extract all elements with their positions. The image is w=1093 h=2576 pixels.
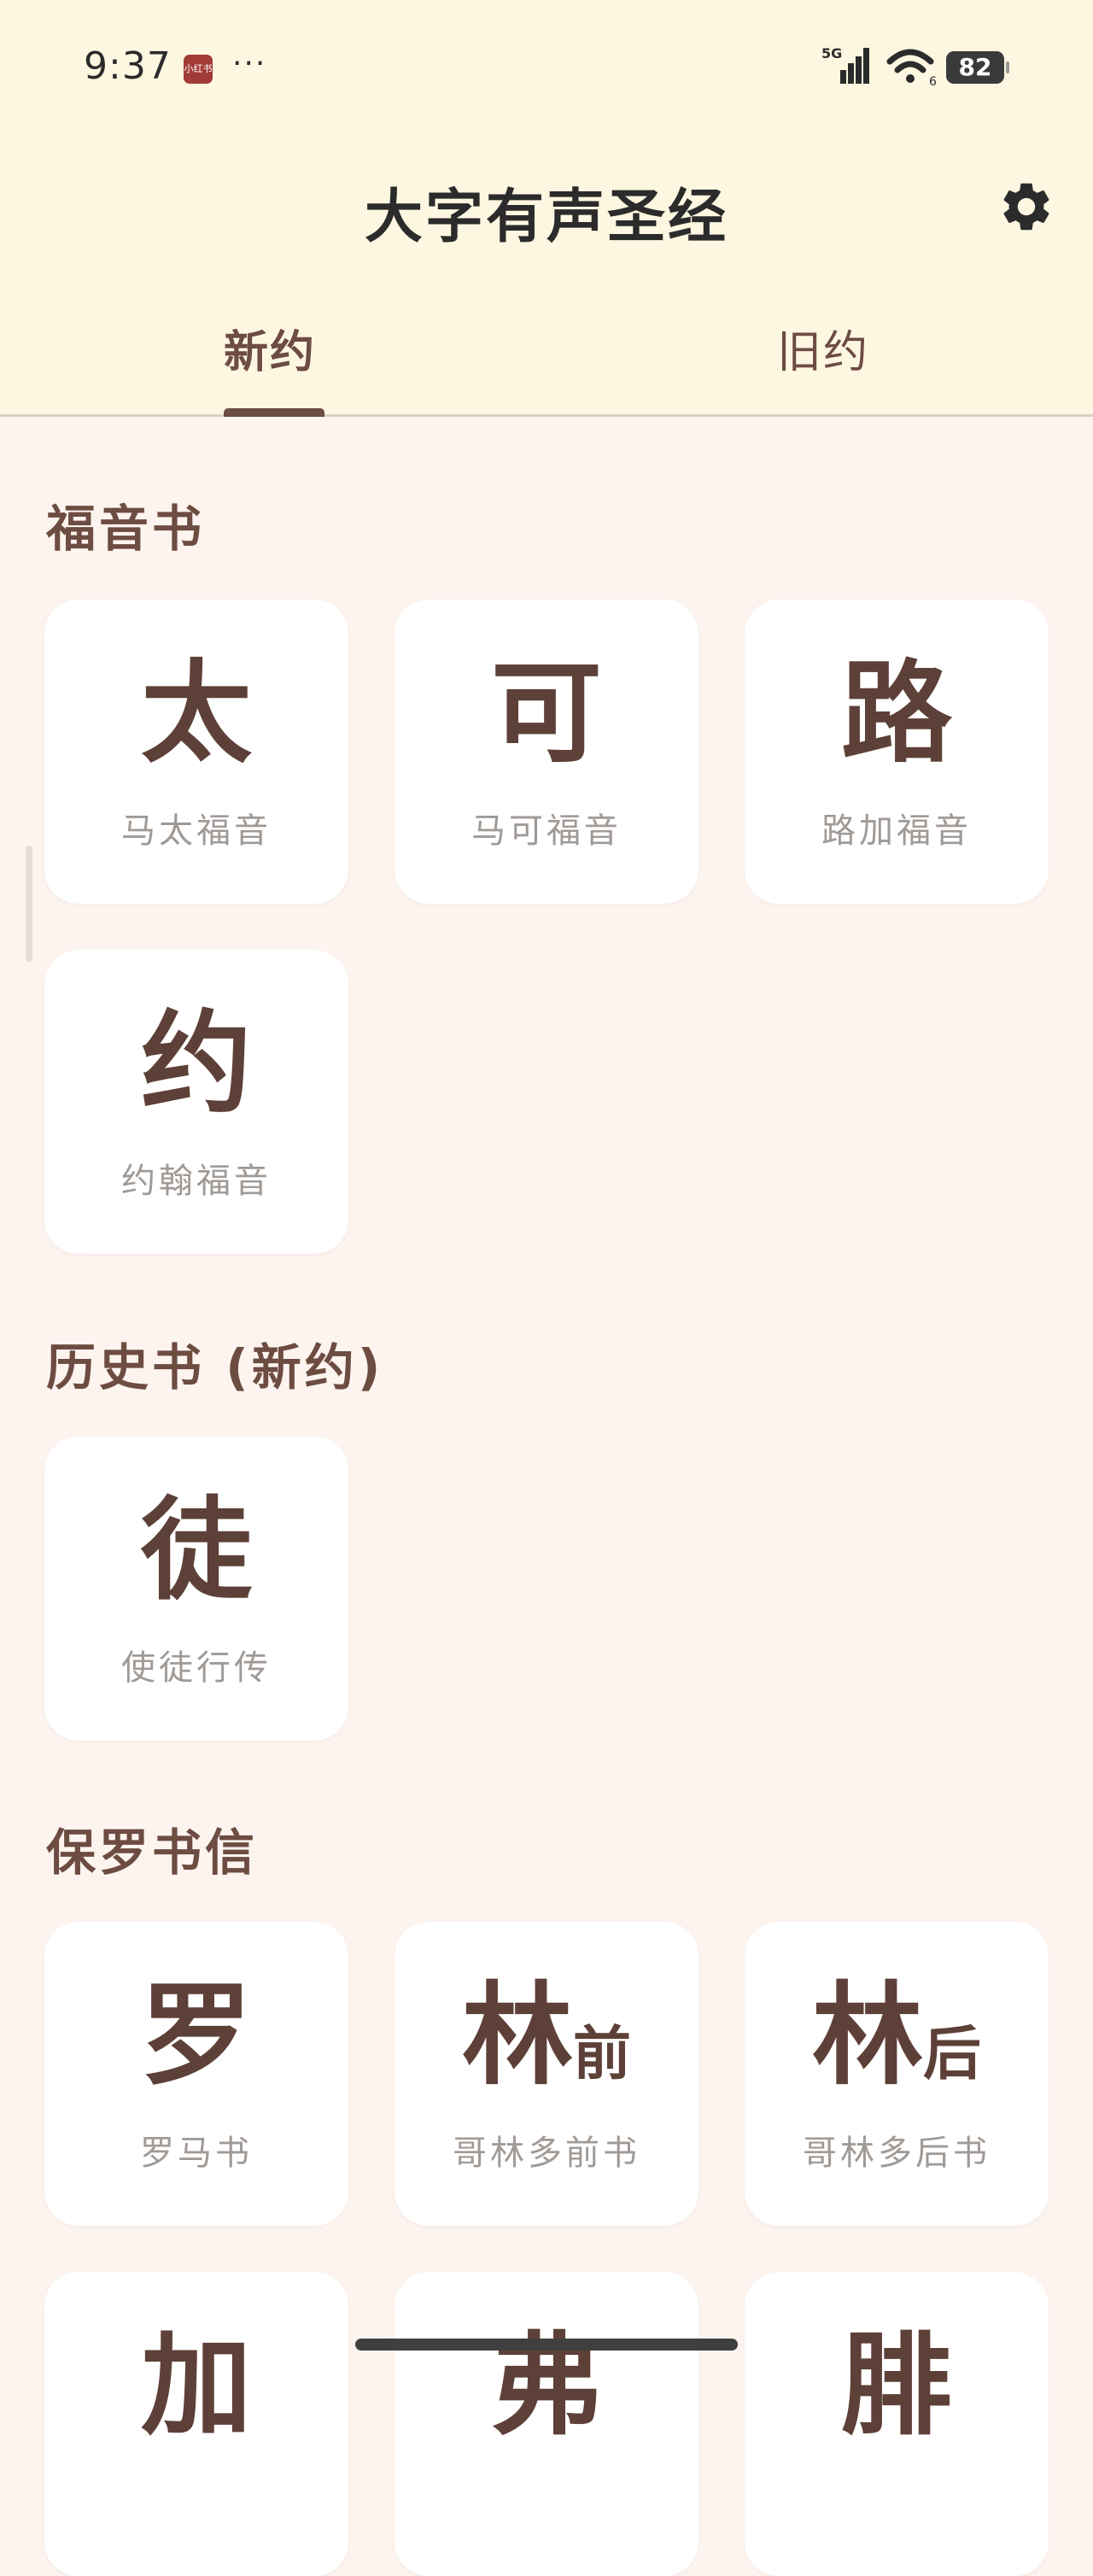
gear-icon[interactable] xyxy=(997,178,1055,236)
book-name: 哥林多后书 xyxy=(803,2134,991,2173)
active-tab-indicator xyxy=(224,408,324,417)
book-glyph: 太 xyxy=(140,648,252,778)
book-glyph: 林后 xyxy=(811,1970,982,2100)
tab-old-testament[interactable]: 旧约 xyxy=(777,316,869,380)
more-notifications-icon: ··· xyxy=(232,46,267,81)
book-card-philippians[interactable]: 腓 xyxy=(745,2272,1049,2576)
book-glyph-suffix: 后 xyxy=(923,2021,982,2088)
book-glyph: 加 xyxy=(140,2321,252,2450)
book-card-mark[interactable]: 可 马可福音 xyxy=(395,600,698,904)
book-glyph: 徒 xyxy=(140,1485,252,1615)
book-card-galatians[interactable]: 加 xyxy=(44,2272,348,2576)
book-name: 使徒行传 xyxy=(121,1648,272,1688)
scroll-indicator xyxy=(26,846,32,962)
section-title-pauline-epistles: 保罗书信 xyxy=(46,1824,259,1882)
cellular-signal-icon: 5G xyxy=(821,45,869,84)
book-glyph: 可 xyxy=(490,648,602,778)
book-card-romans[interactable]: 罗 罗马书 xyxy=(44,1922,348,2226)
book-glyph: 腓 xyxy=(840,2321,952,2450)
book-glyph-suffix: 前 xyxy=(573,2021,632,2088)
book-name: 罗马书 xyxy=(140,2134,253,2173)
book-card-acts[interactable]: 徒 使徒行传 xyxy=(44,1437,348,1741)
book-glyph: 路 xyxy=(840,648,952,778)
wifi-band-label: 6 xyxy=(929,75,937,87)
book-card-luke[interactable]: 路 路加福音 xyxy=(745,600,1049,904)
battery-icon: 82 xyxy=(946,51,1009,84)
book-card-matthew[interactable]: 太 马太福音 xyxy=(44,600,348,904)
tab-new-testament[interactable]: 新约 xyxy=(224,316,316,380)
book-glyph: 林前 xyxy=(461,1970,632,2100)
book-name: 约翰福音 xyxy=(121,1162,272,1201)
app-header: 9:37 小红书 ··· 5G 6 82 大字有声圣经 新约 旧约 xyxy=(0,0,1093,417)
book-card-john[interactable]: 约 约翰福音 xyxy=(44,950,348,1254)
section-title-gospels: 福音书 xyxy=(46,500,206,558)
book-name: 哥林多前书 xyxy=(453,2134,640,2173)
wifi-icon: 6 xyxy=(886,49,937,87)
book-card-1-corinthians[interactable]: 林前 哥林多前书 xyxy=(395,1922,698,2226)
status-time: 9:37 xyxy=(84,44,172,88)
home-indicator[interactable] xyxy=(355,2339,738,2351)
page-title: 大字有声圣经 xyxy=(364,184,728,251)
network-type-label: 5G xyxy=(821,45,842,61)
book-name: 路加福音 xyxy=(821,811,972,851)
book-card-2-corinthians[interactable]: 林后 哥林多后书 xyxy=(745,1922,1049,2226)
status-bar: 9:37 小红书 ··· 5G 6 82 xyxy=(0,0,1093,137)
section-title-history: 历史书 (新约) xyxy=(46,1338,384,1396)
book-name: 马太福音 xyxy=(121,811,272,851)
book-card-ephesians[interactable]: 弗 xyxy=(395,2272,698,2576)
book-name: 马可福音 xyxy=(471,811,622,851)
book-glyph: 罗 xyxy=(140,1970,252,2100)
notification-app-icon: 小红书 xyxy=(184,55,213,84)
book-glyph: 约 xyxy=(140,998,252,1128)
